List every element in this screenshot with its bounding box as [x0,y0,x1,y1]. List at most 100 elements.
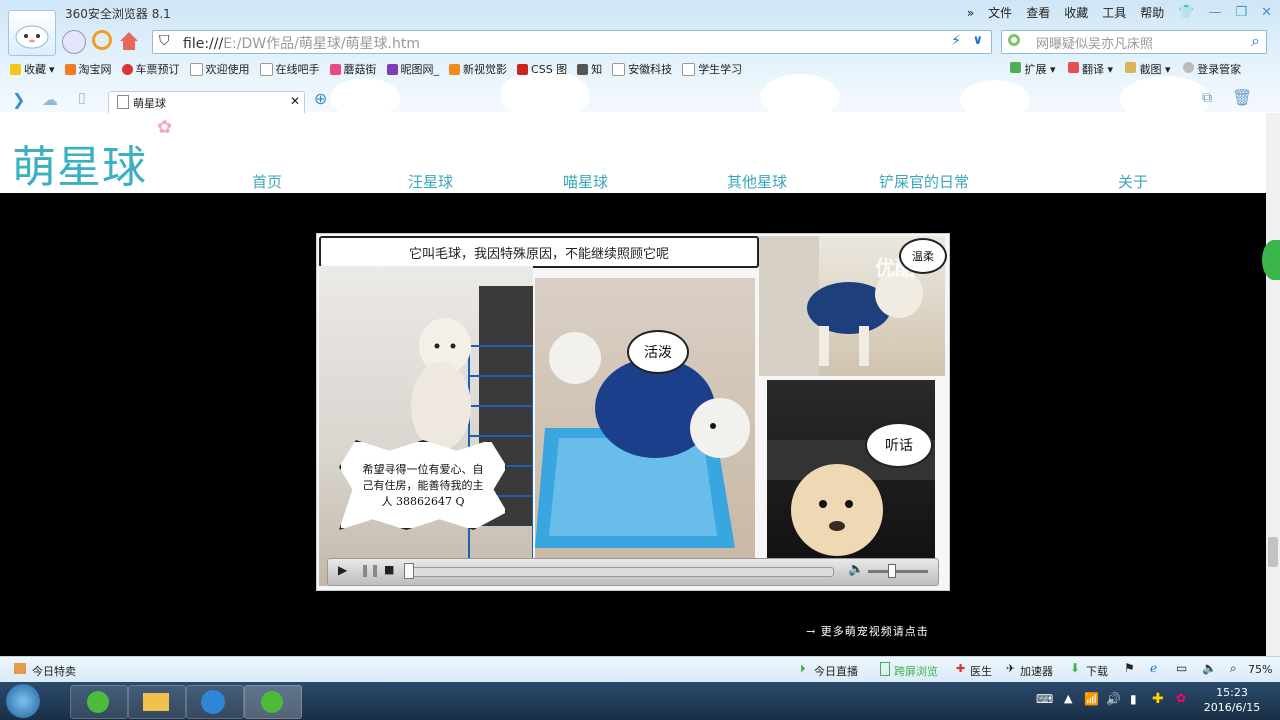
nav-cat-planet[interactable]: 喵星球 [563,171,608,192]
volume-tray-icon[interactable]: 🔊 [1106,692,1121,706]
menu-help[interactable]: 帮助 [1140,4,1164,21]
rocket-icon: ✈ [1006,662,1016,675]
search-box[interactable]: 网曝疑似吴亦凡床照 ⌕ [1001,30,1267,54]
address-path: E:/DW作品/萌星球/萌星球.htm [223,36,420,52]
bookmark-item[interactable]: 淘宝网 [64,61,112,77]
bookmark-item[interactable]: 车票预订 [121,61,180,77]
bookmark-item[interactable]: 收藏 ▾ [10,61,55,77]
stop-icon[interactable]: ■ [384,563,394,576]
search-icon[interactable]: ⌕ [1251,31,1260,51]
zoom-level[interactable]: 75% [1248,663,1272,676]
cloud-icon[interactable]: ☁ [42,90,58,109]
bookmark-item[interactable]: 安徽科技 [612,61,672,77]
status-cross-screen[interactable]: 跨屏浏览 [894,663,938,679]
bookmark-item[interactable]: CSS 图 [517,61,567,77]
clock[interactable]: 15:23 2016/6/15 [1200,685,1264,715]
lightning-icon[interactable]: ⚡ [951,33,961,49]
sound-icon[interactable]: 🔈 [1202,661,1217,675]
menu-favorites[interactable]: 收藏 [1064,4,1088,21]
taskbar-browser-active[interactable] [244,685,302,719]
bookmark-item[interactable]: 学生学习 [682,61,742,77]
bookmark-item[interactable]: 蘑菇街 [329,61,377,77]
menu-view[interactable]: 查看 [1026,4,1050,21]
grid-icon [1010,62,1021,73]
volume-slider[interactable] [868,570,928,573]
menu-tools[interactable]: 工具 [1102,4,1126,21]
nav-home[interactable]: 首页 [252,171,282,192]
phone-icon[interactable]: ▯ [78,90,86,106]
restore-tabs-icon[interactable]: ⧉ [1202,90,1212,106]
nav-about[interactable]: 关于 [1118,171,1148,192]
ring-icon[interactable] [92,30,112,50]
tray-expand-icon[interactable]: ▲ [1064,692,1072,705]
tab-close-icon[interactable]: ✕ [290,94,300,108]
bookmark-item[interactable]: 昵图网_ [386,61,439,77]
nav-other-planet[interactable]: 其他星球 [727,171,787,192]
nav-dog-planet[interactable]: 汪星球 [408,171,453,192]
side-float-button[interactable] [1262,240,1280,280]
screenshot-button[interactable]: 截图 ▾ [1125,61,1171,77]
tray-app-icon[interactable]: ✿ [1176,691,1186,705]
seek-bar[interactable] [408,567,834,577]
maximize-button[interactable]: ❐ [1235,5,1247,20]
new-tab-icon[interactable]: ⊕ [314,89,327,108]
taskbar-browser-360[interactable] [70,685,128,719]
window-icon[interactable]: ▭ [1176,661,1187,675]
volume-icon[interactable]: 🔈 [848,562,864,577]
quick-icons [62,30,140,54]
password-manager-button[interactable]: 登录管家 [1182,61,1241,77]
network-icon[interactable]: 📶 [1084,692,1099,706]
bookmark-item[interactable]: 知 [577,61,602,77]
zoom-icon[interactable]: ⌕ [1230,661,1237,676]
video-player[interactable]: 它叫毛球，我因特殊原因，不能继续照顾它呢 希望寻得一位有爱心、自己有住房，能善待… [316,233,950,591]
battery-icon[interactable]: ▮ [1130,692,1137,706]
site-header: 萌星球 ✿ 首页 汪星球 喵星球 其他星球 铲屎官的日常 关于 [0,113,1266,193]
clock-date: 2016/6/15 [1203,701,1261,714]
cat-icon[interactable] [62,30,86,54]
extensions-button[interactable]: 扩展 ▾ [1010,61,1056,77]
os-taskbar: ⌨ ▲ 📶 🔊 ▮ ✚ ✿ 15:23 2016/6/15 [0,682,1280,720]
pause-icon[interactable]: ❚❚ [360,563,380,577]
tab-active[interactable]: 萌星球 ✕ [108,91,305,113]
home-icon[interactable] [118,30,140,52]
start-button[interactable] [6,684,40,718]
nav-owner-daily[interactable]: 铲屎官的日常 [879,171,969,192]
taskbar-explorer[interactable] [128,685,186,719]
address-text[interactable]: file:///E:/DW作品/萌星球/萌星球.htm [183,33,420,53]
taskbar-media-player[interactable] [186,685,244,719]
more-videos-link[interactable]: → 更多萌宠视频请点击 [806,623,929,639]
close-button[interactable]: ✕ [1261,5,1272,20]
play-icon[interactable]: ▶ [338,563,347,577]
bookmark-item[interactable]: 新视觉影 [449,61,507,77]
menu-chevron-icon[interactable]: » [967,6,974,20]
skin-icon[interactable]: 👕 [1178,5,1194,20]
ie-icon[interactable]: ℯ [1150,661,1157,675]
status-doctor[interactable]: 医生 [970,663,992,679]
dropdown-icon[interactable]: ∨ [972,33,983,48]
forward-arrow-icon[interactable]: ❯ [12,90,25,109]
seek-handle[interactable] [404,563,414,579]
bookmark-item[interactable]: 在线吧手 [259,61,320,77]
scrollbar-thumb[interactable] [1268,537,1278,567]
search-engine-icon[interactable] [1008,34,1020,46]
volume-handle[interactable] [888,564,896,578]
minimize-button[interactable]: — [1208,5,1221,20]
bookmark-item[interactable]: 欢迎使用 [189,61,250,77]
search-placeholder: 网曝疑似吴亦凡床照 [1036,37,1154,52]
speech-bubble-obedient: 听话 [865,422,933,468]
address-bar[interactable]: ⛉ file:///E:/DW作品/萌星球/萌星球.htm ⚡ ∨ [152,30,992,54]
flag-icon[interactable]: ⚑ [1124,661,1135,675]
trash-icon[interactable]: 🗑 [1232,88,1252,107]
guard-icon[interactable]: ✚ [1152,691,1164,707]
site-logo[interactable]: 萌星球 [12,131,147,195]
page-scrollbar[interactable] [1266,113,1280,656]
status-download[interactable]: 下载 [1086,663,1108,679]
window-menu: » 文件 查看 收藏 工具 帮助 👕 — ❐ ✕ [967,4,1272,21]
page-icon [612,62,626,76]
translate-button[interactable]: 翻译 ▾ [1067,61,1113,77]
status-live[interactable]: 今日直播 [814,663,858,679]
menu-file[interactable]: 文件 [988,4,1012,21]
status-accelerator[interactable]: 加速器 [1020,663,1053,679]
keyboard-icon[interactable]: ⌨ [1036,692,1053,706]
today-sale[interactable]: 今日特卖 [32,663,76,679]
